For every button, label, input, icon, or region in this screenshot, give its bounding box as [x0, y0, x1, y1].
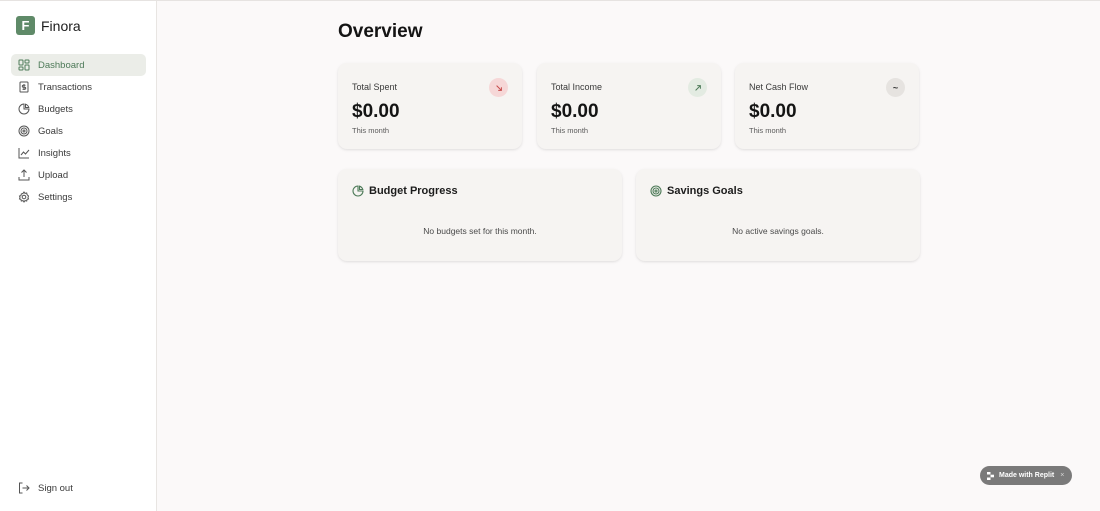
- stat-sub: This month: [551, 126, 589, 135]
- approx-icon: ~: [886, 78, 905, 97]
- pie-chart-icon: [18, 103, 30, 115]
- stat-card-total-spent: Total Spent $0.00 This month: [338, 63, 522, 149]
- panel-title-text: Budget Progress: [369, 185, 458, 197]
- sidebar-item-budgets[interactable]: Budgets: [11, 98, 146, 120]
- brand[interactable]: F Finora: [16, 16, 81, 35]
- sidebar-item-label: Insights: [38, 147, 71, 159]
- sidebar-item-goals[interactable]: Goals: [11, 120, 146, 142]
- stat-value: $0.00: [551, 101, 599, 122]
- stat-label: Net Cash Flow: [749, 82, 809, 92]
- sidebar-item-settings[interactable]: Settings: [11, 186, 146, 208]
- stat-label: Total Spent: [352, 82, 398, 92]
- sidebar-item-transactions[interactable]: Transactions: [11, 76, 146, 98]
- dashboard-icon: [18, 59, 30, 71]
- stat-label: Total Income: [551, 82, 603, 92]
- panel-title: Budget Progress: [352, 185, 458, 197]
- stat-value: $0.00: [352, 101, 400, 122]
- gear-icon: [18, 191, 30, 203]
- arrow-down-right-icon: [489, 78, 508, 97]
- sign-out-icon: [18, 482, 30, 494]
- sidebar-item-label: Dashboard: [38, 59, 85, 71]
- target-icon: [650, 185, 662, 197]
- budget-progress-card: Budget Progress No budgets set for this …: [338, 169, 622, 261]
- empty-state-text: No budgets set for this month.: [423, 226, 537, 236]
- panel-title: Savings Goals: [650, 185, 743, 197]
- page-title: Overview: [338, 21, 423, 42]
- stat-card-total-income: Total Income $0.00 This month: [537, 63, 721, 149]
- trend-line-icon: [18, 147, 30, 159]
- replit-badge-label: Made with Replit: [999, 472, 1055, 479]
- sidebar-item-label: Upload: [38, 169, 69, 181]
- pie-chart-icon: [352, 185, 364, 197]
- sign-out-button[interactable]: Sign out: [18, 482, 73, 494]
- stat-sub: This month: [749, 126, 787, 135]
- sidebar-item-upload[interactable]: Upload: [11, 164, 146, 186]
- sidebar-item-label: Goals: [38, 125, 63, 137]
- sidebar-item-label: Budgets: [38, 103, 73, 115]
- sidebar-item-label: Settings: [38, 191, 73, 203]
- made-with-replit-badge[interactable]: Made with Replit ×: [980, 466, 1072, 485]
- brand-logo: F: [16, 16, 35, 35]
- sidebar: F Finora Dashboard Transactions Budgets …: [0, 1, 157, 511]
- brand-name: Finora: [41, 17, 81, 34]
- close-icon[interactable]: ×: [1060, 472, 1064, 479]
- sidebar-item-insights[interactable]: Insights: [11, 142, 146, 164]
- sidebar-item-label: Transactions: [38, 81, 93, 93]
- app-window: F Finora Dashboard Transactions Budgets …: [0, 0, 1100, 511]
- sidebar-item-dashboard[interactable]: Dashboard: [11, 54, 146, 76]
- target-icon: [18, 125, 30, 137]
- sign-out-label: Sign out: [38, 482, 73, 494]
- receipt-icon: [18, 81, 30, 93]
- panel-title-text: Savings Goals: [667, 185, 743, 197]
- stat-sub: This month: [352, 126, 390, 135]
- arrow-up-right-icon: [688, 78, 707, 97]
- replit-logo-icon: [987, 471, 995, 480]
- savings-goals-card: Savings Goals No active savings goals.: [636, 169, 920, 261]
- stat-value: $0.00: [749, 101, 797, 122]
- empty-state-text: No active savings goals.: [732, 226, 824, 236]
- sidebar-nav: Dashboard Transactions Budgets Goals Ins…: [11, 54, 146, 208]
- stat-card-net-cash-flow: Net Cash Flow ~ $0.00 This month: [735, 63, 919, 149]
- upload-icon: [18, 169, 30, 181]
